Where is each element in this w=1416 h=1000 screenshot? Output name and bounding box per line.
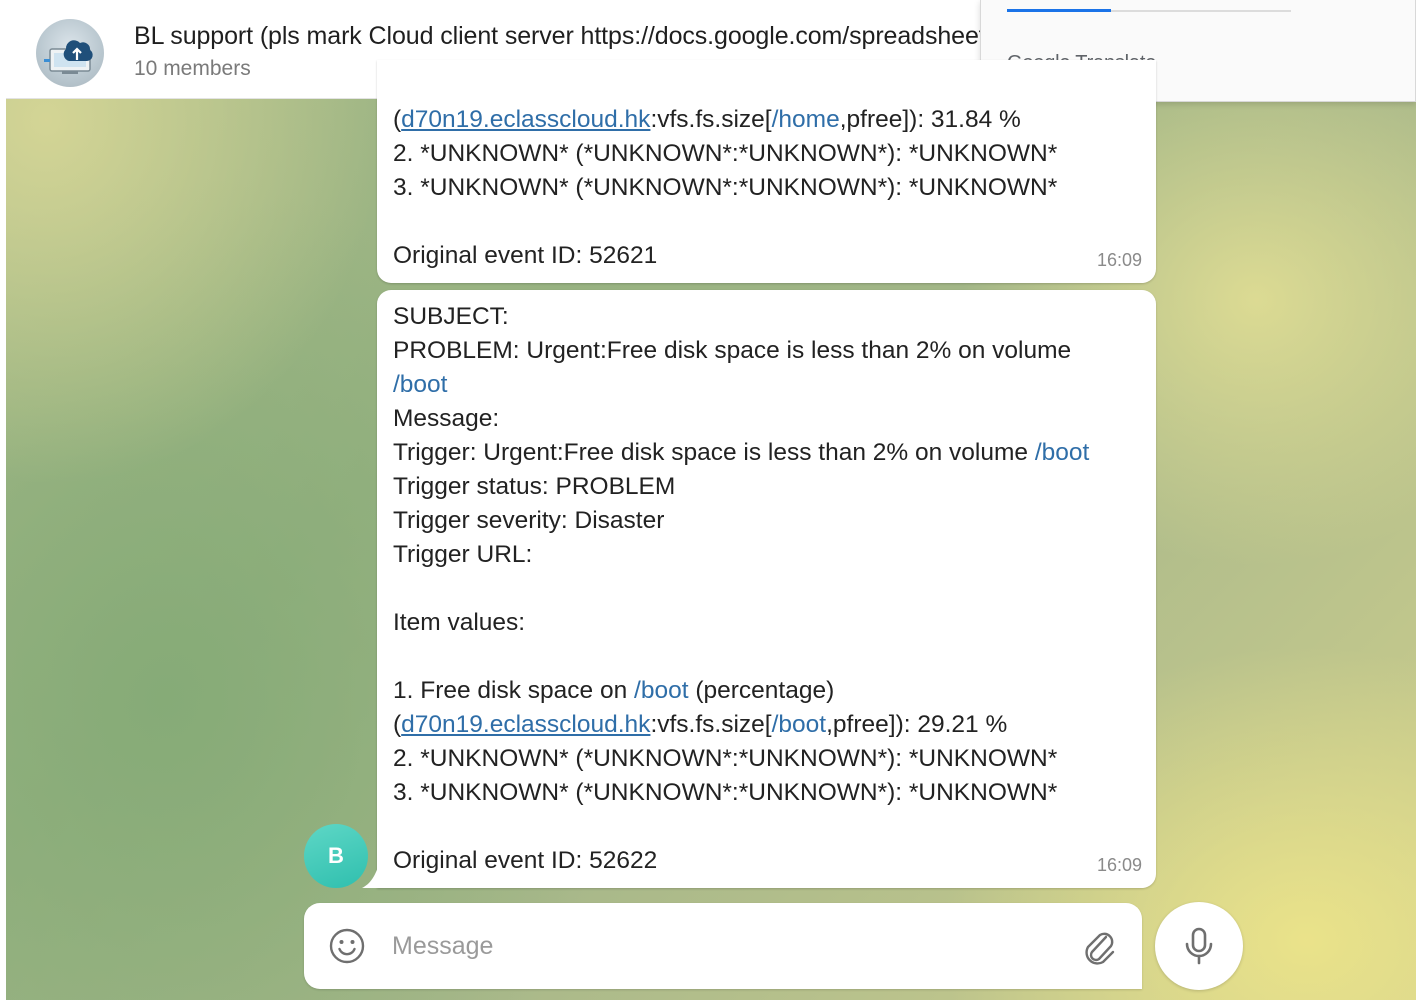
voice-record-button[interactable] <box>1155 902 1243 990</box>
chat-window: BL support (pls mark Cloud client server… <box>6 0 1416 1000</box>
translate-divider <box>1111 10 1291 12</box>
message-text: SUBJECT: <box>393 303 509 330</box>
emoji-button[interactable] <box>328 927 366 965</box>
message-line: Item values: <box>393 606 525 640</box>
message-text: Original event ID: 52622 <box>393 847 658 874</box>
message-composer <box>304 903 1142 989</box>
message-line: SUBJECT: <box>393 300 509 334</box>
message-link[interactable]: /boot <box>772 711 827 738</box>
message-line: 1. Free disk space on /boot (percentage) <box>393 674 834 708</box>
message-link[interactable]: /home <box>772 106 840 133</box>
sender-avatar[interactable]: B <box>304 824 368 888</box>
message-text: 2. *UNKNOWN* (*UNKNOWN*:*UNKNOWN*): *UNK… <box>393 745 1058 772</box>
message-timestamp: 16:09 <box>1096 855 1142 875</box>
message-line: (d70n19.eclasscloud.hk:vfs.fs.size[/home… <box>393 103 1021 137</box>
message-text: 1. Free disk space on <box>393 677 635 704</box>
message-line: Trigger: Urgent:Free disk space is less … <box>393 436 1089 470</box>
message-text: Message: <box>393 405 500 432</box>
message-input[interactable] <box>392 925 1052 967</box>
message-line: 2. *UNKNOWN* (*UNKNOWN*:*UNKNOWN*): *UNK… <box>393 742 1057 776</box>
message-line: 2. *UNKNOWN* (*UNKNOWN*:*UNKNOWN*): *UNK… <box>393 137 1057 171</box>
message-line: (d70n19.eclasscloud.hk:vfs.fs.size[/boot… <box>393 708 1007 742</box>
message-link[interactable]: /boot <box>1035 439 1090 466</box>
message-text: Item values: <box>393 609 526 636</box>
message-text: 2. *UNKNOWN* (*UNKNOWN*:*UNKNOWN*): *UNK… <box>393 140 1058 167</box>
message-line: Trigger URL: <box>393 538 532 572</box>
message-hyperlink[interactable]: d70n19.eclasscloud.hk <box>401 106 650 133</box>
message-text: Original event ID: 52621 <box>393 242 658 269</box>
message-text: Trigger: Urgent:Free disk space is less … <box>393 439 1035 466</box>
message-text: Trigger status: PROBLEM <box>393 473 676 500</box>
message-text: 3. *UNKNOWN* (*UNKNOWN*:*UNKNOWN*): *UNK… <box>393 174 1058 201</box>
message-timestamp: 16:09 <box>1096 250 1142 270</box>
microphone-icon <box>1185 927 1213 965</box>
message-text: ( <box>393 711 402 738</box>
message-line: /boot <box>393 368 448 402</box>
message-text: Trigger severity: Disaster <box>393 507 665 534</box>
attach-button[interactable] <box>1080 927 1118 967</box>
message-line: Original event ID: 52622 <box>393 844 657 878</box>
message-text: :vfs.fs.size[ <box>650 106 772 133</box>
message-bubble[interactable]: (d70n19.eclasscloud.hk:vfs.fs.size[/home… <box>377 60 1156 283</box>
member-count: 10 members <box>134 57 251 80</box>
message-link[interactable]: /boot <box>634 677 689 704</box>
message-link[interactable]: /boot <box>393 371 448 398</box>
message-text: ( <box>393 106 402 133</box>
paperclip-icon <box>1085 932 1115 965</box>
message-text: PROBLEM: Urgent:Free disk space is less … <box>393 337 1072 364</box>
message-text: ,pfree]): 31.84 % <box>839 106 1021 133</box>
message-line: PROBLEM: Urgent:Free disk space is less … <box>393 334 1071 368</box>
message-text: Trigger URL: <box>393 541 533 568</box>
message-bubble[interactable]: SUBJECT: PROBLEM: Urgent:Free disk space … <box>377 290 1156 888</box>
message-line: 3. *UNKNOWN* (*UNKNOWN*:*UNKNOWN*): *UNK… <box>393 171 1057 205</box>
message-line: Trigger status: PROBLEM <box>393 470 675 504</box>
message-text: :vfs.fs.size[ <box>650 711 772 738</box>
message-line: Message: <box>393 402 499 436</box>
message-hyperlink[interactable]: d70n19.eclasscloud.hk <box>401 711 650 738</box>
message-text: (percentage) <box>688 677 835 704</box>
message-text: ,pfree]): 29.21 % <box>826 711 1008 738</box>
chat-title[interactable]: BL support (pls mark Cloud client server… <box>134 22 982 51</box>
message-text: 3. *UNKNOWN* (*UNKNOWN*:*UNKNOWN*): *UNK… <box>393 779 1058 806</box>
smile-icon <box>329 928 365 964</box>
message-line: Original event ID: 52621 <box>393 239 657 273</box>
message-line: 3. *UNKNOWN* (*UNKNOWN*:*UNKNOWN*): *UNK… <box>393 776 1057 810</box>
translate-active-indicator <box>1007 9 1111 12</box>
message-line: Trigger severity: Disaster <box>393 504 664 538</box>
group-avatar[interactable] <box>36 19 104 87</box>
cloud-upload-icon <box>44 40 93 74</box>
